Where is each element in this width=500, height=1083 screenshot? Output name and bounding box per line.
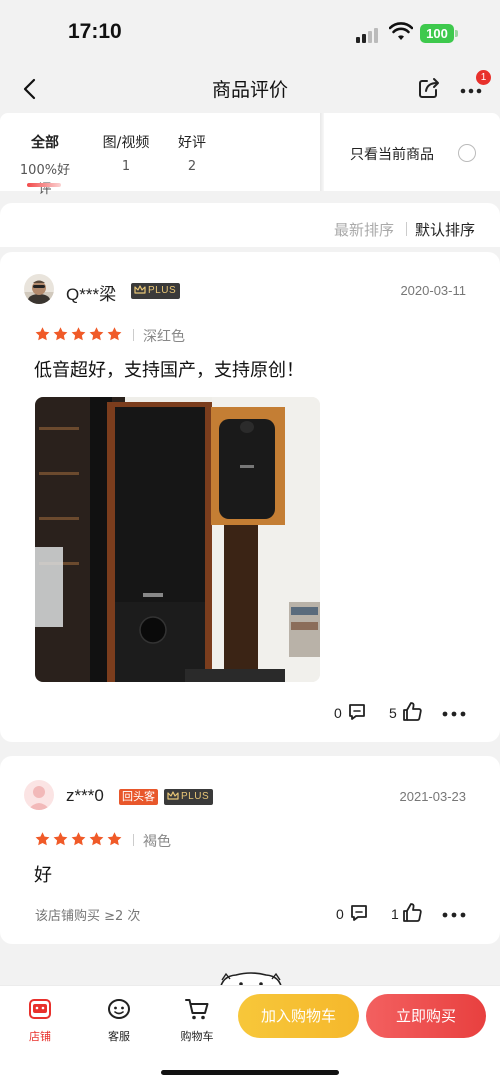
signal-icon [356, 27, 382, 43]
return-customer-badge: 回头客 [119, 789, 158, 805]
review-card: Q***梁 PLUS 2020-03-11 深红色 低音超好，支持国产，支持原创… [0, 252, 500, 742]
store-button[interactable]: 店铺 [17, 996, 63, 1044]
status-bar: 17:10 100 [0, 0, 500, 66]
star-icon [35, 327, 50, 341]
thumbs-up-icon[interactable] [401, 901, 423, 923]
star-icon [89, 327, 104, 341]
tab-photo-video[interactable]: 图/视频 1 [96, 132, 156, 174]
crown-icon [167, 791, 179, 800]
star-icon [35, 832, 50, 846]
only-current-radio[interactable] [458, 144, 476, 162]
star-icon [71, 832, 86, 846]
plus-badge: PLUS [164, 789, 214, 805]
only-current-label[interactable]: 只看当前商品 [350, 144, 434, 164]
avatar[interactable] [24, 780, 54, 810]
star-icon [107, 327, 122, 341]
store-label: 店铺 [29, 1030, 51, 1043]
status-time: 17:10 [68, 20, 122, 43]
star-icon [89, 832, 104, 846]
user-name: Q***梁 [66, 285, 117, 304]
plus-label: PLUS [181, 791, 210, 802]
review-text: 低音超好，支持国产，支持原创！ [34, 360, 304, 381]
star-rating [34, 831, 124, 847]
divider [320, 113, 324, 191]
tab-label: 好评 [178, 135, 206, 151]
filter-bar: 全部 100%好评 图/视频 1 好评 2 只看当前商品 [0, 113, 500, 197]
divider [133, 834, 134, 846]
plus-badge: PLUS [131, 283, 181, 299]
review-date: 2021-03-23 [399, 789, 467, 804]
sort-bar: 最新排序 默认排序 [0, 203, 500, 247]
reply-count: 0 [336, 906, 344, 922]
customer-service-button[interactable]: 客服 [96, 996, 142, 1044]
tab-label: 图/视频 [102, 135, 150, 151]
divider [133, 329, 134, 341]
comment-icon[interactable] [349, 903, 369, 923]
purchase-note: 该店铺购买 ≥2 次 [35, 909, 141, 924]
active-tab-indicator [27, 183, 61, 187]
add-to-cart-button[interactable]: 加入购物车 [238, 994, 359, 1038]
star-icon [53, 832, 68, 846]
crown-icon [134, 285, 146, 294]
star-icon [53, 327, 68, 341]
battery-icon: 100 [420, 24, 458, 43]
cart-label: 购物车 [180, 1030, 214, 1043]
review-card: z***0 回头客 PLUS 2021-03-23 褐色 好 该店铺购买 ≥2 … [0, 756, 500, 944]
product-variant: 褐色 [143, 834, 171, 850]
tab-count: 2 [187, 159, 197, 174]
battery-level: 100 [420, 24, 454, 43]
review-photo[interactable] [35, 397, 320, 682]
comment-icon[interactable] [347, 702, 367, 722]
star-icon [71, 327, 86, 341]
share-icon[interactable] [416, 75, 442, 101]
tab-positive[interactable]: 好评 2 [170, 132, 214, 174]
customer-service-icon [108, 999, 130, 1019]
star-icon [107, 832, 122, 846]
home-indicator [161, 1070, 339, 1075]
plus-label: PLUS [148, 285, 177, 296]
tab-all[interactable]: 全部 100%好评 [14, 132, 76, 197]
reply-count: 0 [334, 705, 342, 721]
sort-newest[interactable]: 最新排序 [334, 219, 394, 240]
thumbs-up-icon[interactable] [401, 700, 423, 722]
like-count: 1 [391, 906, 399, 922]
bottom-action-bar: 店铺 客服 购物车 加入购物车 立即购买 [0, 985, 500, 1083]
review-text: 好 [34, 865, 52, 886]
tab-count: 1 [121, 159, 131, 174]
divider [406, 222, 407, 236]
cart-button[interactable]: 购物车 [174, 996, 220, 1044]
more-options-icon[interactable] [441, 710, 467, 718]
tab-count: 100%好评 [19, 163, 71, 197]
like-count: 5 [389, 705, 397, 721]
star-rating [34, 326, 124, 342]
product-variant: 深红色 [143, 329, 185, 345]
sort-default[interactable]: 默认排序 [415, 219, 475, 240]
cart-icon [185, 999, 209, 1020]
store-icon [29, 999, 51, 1019]
avatar[interactable] [24, 274, 54, 304]
tab-label: 全部 [31, 135, 59, 151]
review-date: 2020-03-11 [400, 283, 466, 298]
wifi-icon [389, 22, 413, 40]
service-label: 客服 [108, 1030, 130, 1043]
more-options-icon[interactable] [441, 911, 467, 919]
user-name: z***0 [66, 786, 104, 805]
nav-bar: 商品评价 1 [0, 66, 500, 112]
buy-now-button[interactable]: 立即购买 [366, 994, 486, 1038]
notification-badge: 1 [476, 70, 491, 85]
